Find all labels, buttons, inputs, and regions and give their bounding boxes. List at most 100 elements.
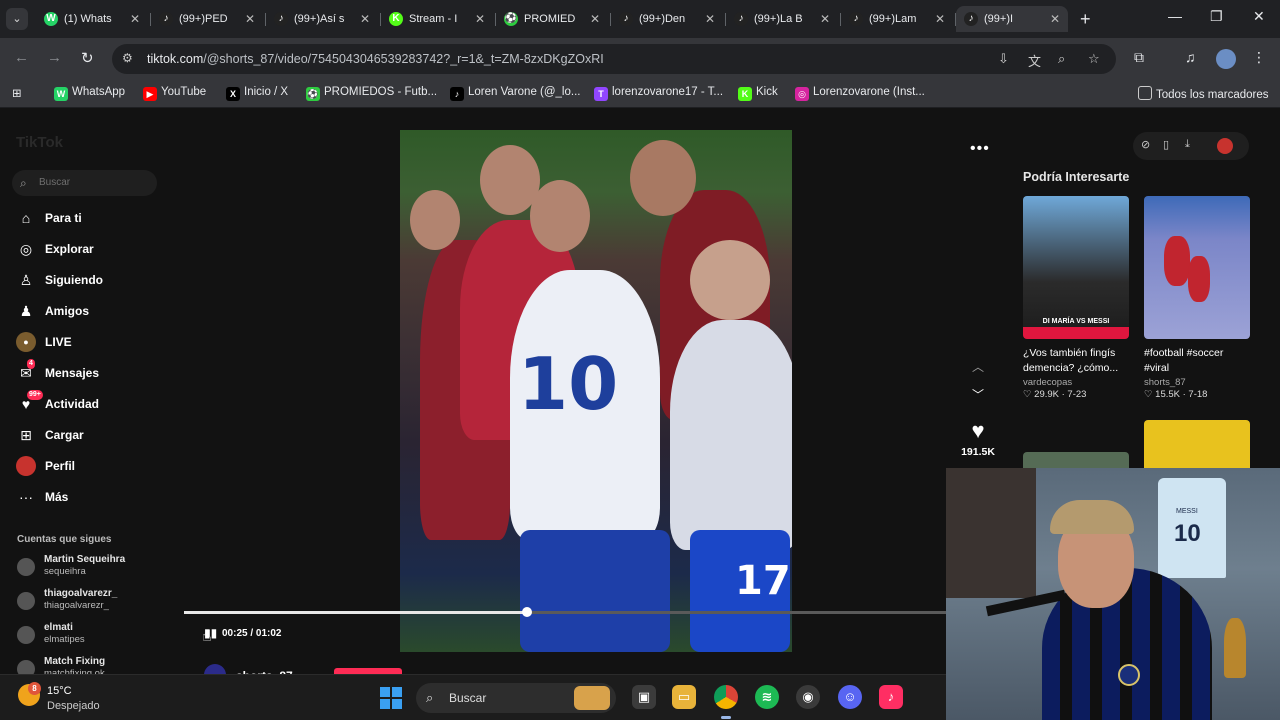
bookmark-star-icon[interactable]: ☆ [1088,51,1100,67]
media-controls-icon[interactable]: ♫ [1185,49,1196,65]
suggested-video-thumbnail[interactable] [1144,420,1250,468]
reload-button[interactable]: ↻ [81,49,94,67]
windows-start-icon[interactable] [380,687,402,709]
browser-tab[interactable]: ♪ (99+)Den ✕ [611,6,723,32]
address-bar[interactable]: ⚙ tiktok.com/@shorts_87/video/7545043046… [112,44,1116,74]
player-figure [670,320,792,550]
browser-tab[interactable]: ♪ (99+)PED ✕ [151,6,263,32]
suggested-video-card[interactable]: #football #soccer #viral shorts_87 ♡ 15.… [1144,196,1250,400]
account-username: sequeihra [44,566,86,577]
back-button[interactable]: ← [14,49,29,66]
tab-search-button[interactable]: ⌄ [6,8,28,30]
download-icon[interactable]: ⤓ [1185,138,1190,151]
next-video-button[interactable]: ﹀ [958,386,998,414]
bookmark-item[interactable]: ⚽ PROMIEDOS - Futb... [306,86,437,101]
nav-item[interactable]: ♙ Siguiendo [16,269,176,291]
nav-item[interactable]: ♥ 99+ Actividad [16,390,176,415]
followed-account[interactable]: elmati elmatipes [17,622,177,648]
active-app-indicator [721,716,731,719]
tab-title: PROMIED [524,13,576,25]
bookmark-item[interactable]: K Kick [738,86,778,101]
tab-title: (99+)PED [179,13,228,25]
close-tab-icon[interactable]: ✕ [475,6,485,32]
bookmark-item[interactable]: W WhatsApp [54,86,125,101]
user-avatar[interactable] [1217,138,1233,154]
chrome-icon[interactable] [714,685,738,709]
close-tab-icon[interactable]: ✕ [935,6,945,32]
suggested-video-card[interactable]: DI MARÍA VS MESSI ¿Vos también fingís de… [1023,196,1129,400]
browser-tab[interactable]: ♪ (99+)La B ✕ [726,6,838,32]
previous-video-button[interactable]: ︿ [958,358,998,386]
close-tab-icon[interactable]: ✕ [360,6,370,32]
bookmark-item[interactable]: ♪ Loren Varone (@_lo... [450,86,580,101]
bookmark-item[interactable]: Tlorenzovarone17 - T... [594,86,723,101]
bookmark-item[interactable]: X Inicio / X [226,86,288,101]
close-tab-icon[interactable]: ✕ [820,6,830,32]
browser-tab[interactable]: ⚽ PROMIED ✕ [496,6,608,32]
video-player[interactable]: 10 17 [400,130,792,652]
toolbar: ← → ↻ ⚙ tiktok.com/@shorts_87/video/7545… [0,38,1280,80]
browser-tab[interactable]: ♪ (99+)Así s ✕ [266,6,378,32]
nav-item[interactable]: ⊞ Cargar [16,424,176,446]
obs-icon[interactable]: ◉ [796,685,820,709]
taskbar-search-placeholder: Buscar [449,691,487,705]
discord-icon[interactable]: ☺ [838,685,862,709]
weather-desc[interactable]: Despejado [47,700,100,712]
close-tab-icon[interactable]: ✕ [1050,6,1060,32]
browser-tab[interactable]: K Stream - I ✕ [381,6,493,32]
all-bookmarks-folder[interactable]: Todos los marcadores [1138,86,1269,101]
install-app-icon[interactable]: ⇩ [998,51,1009,67]
url-text[interactable]: tiktok.com/@shorts_87/video/754504304653… [147,52,604,66]
device-icon[interactable]: ▯ [1163,138,1169,151]
maximize-button[interactable]: ❐ [1210,8,1223,25]
task-view-icon[interactable]: ▣ [632,685,656,709]
bookmark-item[interactable]: ▶ YouTube [143,86,206,101]
nav-item[interactable]: ● Perfil [16,455,176,477]
whatsapp-icon: W [54,87,68,101]
more-options-icon[interactable]: ••• [970,140,990,158]
compass-icon[interactable]: ⊘ [1141,138,1150,151]
tiktok-icon: ♪ [619,12,633,26]
weather-temp[interactable]: 15°C [47,685,72,697]
new-tab-button[interactable]: + [1080,8,1091,30]
zoom-icon[interactable]: ⌕ [1058,51,1065,67]
search-input[interactable]: ⌕ Buscar [12,170,157,196]
menu-kebab-icon[interactable]: ⋮ [1252,49,1266,66]
taskbar-search[interactable]: ⌕ Buscar [416,683,616,713]
tiktok-logo[interactable]: TikTok [16,134,63,151]
browser-tab[interactable]: ♪ (99+)I ✕ [956,6,1068,32]
apps-grid-icon[interactable]: ⊞ [12,86,22,100]
minimize-button[interactable]: — [1168,8,1182,24]
profile-avatar[interactable] [1216,49,1236,69]
close-tab-icon[interactable]: ✕ [590,6,600,32]
nav-item[interactable]: ··· Más [16,486,176,508]
nav-label: Amigos [45,304,90,318]
like-icon[interactable]: ♥ [958,418,998,444]
close-tab-icon[interactable]: ✕ [705,6,715,32]
extensions-icon[interactable]: ⧉ [1134,49,1144,66]
followed-account[interactable]: Martin Sequeihra sequeihra [17,554,177,580]
site-info-icon[interactable]: ⚙ [122,51,133,65]
suggestions-title: Podría Interesarte [1023,170,1130,184]
browser-tab[interactable]: W (1) Whats ✕ [36,6,148,32]
browser-tab[interactable]: ♪ (99+)Lam ✕ [841,6,953,32]
nav-item[interactable]: ✉ 4 Mensajes [16,359,176,384]
suggested-video-thumbnail[interactable] [1023,452,1129,468]
bookmark-item[interactable]: ◎ Lorenzovarone (Inst... [795,86,925,101]
tiktok-app-icon[interactable]: ♪ [879,685,903,709]
translate-icon[interactable]: 文 [1028,51,1041,70]
spotify-icon[interactable]: ≋ [755,685,779,709]
file-explorer-icon[interactable]: ▭ [672,685,696,709]
nav-item[interactable]: ● LIVE [16,331,176,353]
followed-account[interactable]: thiagoalvarezr_ thiagoalvarezr_ [17,588,177,614]
nav-item[interactable]: ⌂ Para ti [16,207,176,229]
youtube-icon: ▶ [143,87,157,101]
progress-scrubber[interactable] [522,607,532,617]
nav-item[interactable]: ◎ Explorar [16,238,176,260]
forward-button[interactable]: → [47,49,62,66]
close-tab-icon[interactable]: ✕ [130,6,140,32]
close-tab-icon[interactable]: ✕ [245,6,255,32]
nav-item[interactable]: ♟ Amigos [16,300,176,322]
close-window-button[interactable]: ✕ [1253,8,1265,25]
nav-label: Actividad [45,397,100,411]
